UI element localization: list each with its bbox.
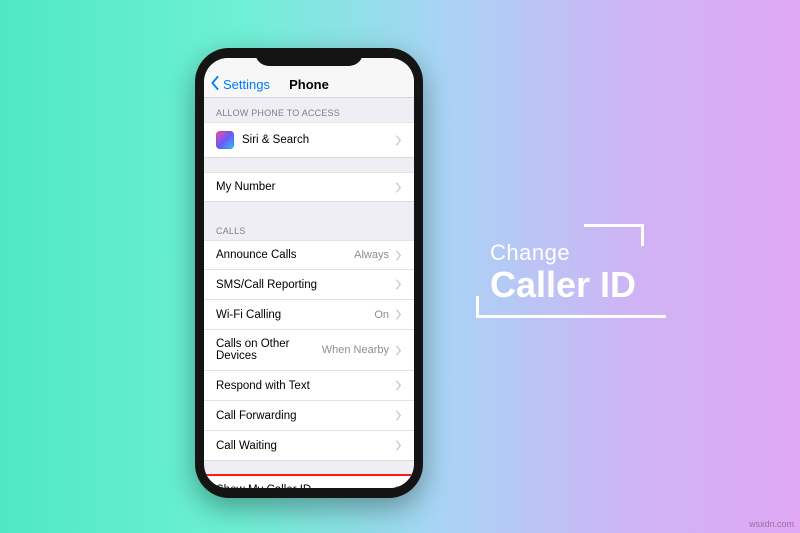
row-label: Call Forwarding [216,410,395,422]
row-siri-search[interactable]: Siri & Search [204,122,414,158]
page-title: Phone [289,77,329,92]
row-label: Call Waiting [216,440,395,452]
caption-frame-bottom [476,296,666,318]
row-my-number[interactable]: My Number [204,172,414,202]
chevron-left-icon [210,76,220,93]
phone-screen: Settings Phone ALLOW PHONE TO ACCESS Sir… [204,58,414,488]
chevron-right-icon [395,485,402,489]
back-button[interactable]: Settings [210,76,270,93]
phone-frame: Settings Phone ALLOW PHONE TO ACCESS Sir… [195,48,423,498]
caption-frame-top [584,224,644,246]
row-label: Respond with Text [216,380,395,392]
row-respond-with-text[interactable]: Respond with Text [204,371,414,401]
section-header-calls: CALLS [204,216,414,240]
row-wifi-calling[interactable]: Wi-Fi Calling On [204,300,414,330]
chevron-right-icon [395,135,402,146]
siri-icon [216,131,234,149]
chevron-right-icon [395,182,402,193]
row-label: Show My Caller ID [216,484,395,488]
row-call-forwarding[interactable]: Call Forwarding [204,401,414,431]
row-value: When Nearby [322,344,389,356]
row-label: Siri & Search [242,134,395,146]
row-value: On [374,309,389,321]
row-sms-call-reporting[interactable]: SMS/Call Reporting [204,270,414,300]
row-label: Calls on Other Devices [216,338,322,362]
chevron-right-icon [395,380,402,391]
row-value: Always [354,249,389,261]
row-label: SMS/Call Reporting [216,279,395,291]
chevron-right-icon [395,345,402,356]
section-header-access: ALLOW PHONE TO ACCESS [204,98,414,122]
chevron-right-icon [395,440,402,451]
row-label: Announce Calls [216,249,354,261]
chevron-right-icon [395,309,402,320]
chevron-right-icon [395,279,402,290]
chevron-right-icon [395,250,402,261]
caption: Change Caller ID [490,240,636,304]
row-call-waiting[interactable]: Call Waiting [204,431,414,461]
row-label: My Number [216,181,395,193]
row-calls-other-devices[interactable]: Calls on Other Devices When Nearby [204,330,414,371]
row-announce-calls[interactable]: Announce Calls Always [204,240,414,270]
chevron-right-icon [395,410,402,421]
row-show-my-caller-id[interactable]: Show My Caller ID [204,475,414,488]
phone-notch [255,48,363,66]
row-label: Wi-Fi Calling [216,309,374,321]
watermark: wsxdn.com [749,519,794,529]
back-label: Settings [223,77,270,92]
